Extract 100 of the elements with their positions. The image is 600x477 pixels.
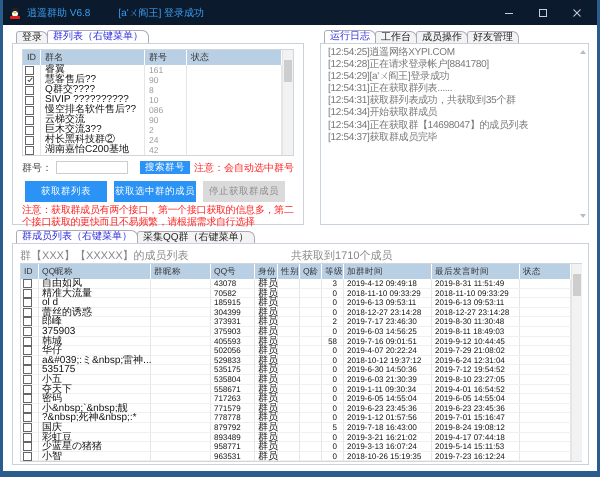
table-cell: 0 xyxy=(322,394,344,404)
checkbox[interactable] xyxy=(23,365,32,374)
log-line: [12:54:34]正在获取群【14698047】的成员列表 xyxy=(328,120,529,131)
table-cell: 2019-8-11 18:49:03 xyxy=(432,326,520,336)
table-cell: 2019-8-30 11:30:48 xyxy=(432,317,520,326)
log-line: [12:54:28]正在请求登录帐户[8841780] xyxy=(328,60,490,70)
table-cell: 2 xyxy=(145,125,187,135)
table-cell: 2019-9-12 10:44:45 xyxy=(432,336,520,346)
table-cell: 90 xyxy=(145,75,187,85)
log-line: [12:54:37]获取群成员完毕 xyxy=(328,132,438,144)
table-cell: 群员 xyxy=(255,452,278,461)
maximize-icon[interactable] xyxy=(538,8,548,18)
column-header[interactable]: 群昵称 xyxy=(151,264,211,279)
checkbox[interactable] xyxy=(25,66,34,74)
app-logo-icon xyxy=(9,6,21,18)
checkbox[interactable] xyxy=(23,346,32,356)
table-cell: 2019-6-05 14:55:04 xyxy=(344,394,432,404)
table-cell: 2019-3-21 16:21:02 xyxy=(344,432,432,442)
table-cell: 373931 xyxy=(211,317,255,326)
column-header[interactable]: QQ昵称 xyxy=(39,264,151,279)
checkbox[interactable] xyxy=(23,317,32,326)
table-cell: 群员 xyxy=(255,288,278,298)
table-cell: 2019-7-16 09:01:51 xyxy=(344,336,432,346)
table-cell: 185915 xyxy=(211,298,255,308)
column-header[interactable]: 群号 xyxy=(145,50,187,65)
table-cell: 0 xyxy=(322,432,344,442)
column-header[interactable]: 性别 xyxy=(278,264,300,279)
checkbox[interactable] xyxy=(25,96,34,104)
table-cell: 771579 xyxy=(211,404,255,413)
table-cell: 3 xyxy=(322,279,344,288)
checkbox[interactable] xyxy=(25,76,34,84)
table-cell: 58 xyxy=(322,336,344,346)
table-cell: 2019-7-01 15:16:47 xyxy=(432,413,520,422)
table-cell: 2019-6-03 21:30:39 xyxy=(344,374,432,384)
column-header[interactable]: 群名 xyxy=(41,50,145,65)
checkbox[interactable] xyxy=(23,413,32,422)
table-cell: 小智 xyxy=(39,452,151,461)
table-cell: 群员 xyxy=(255,422,278,432)
column-header[interactable]: Q龄 xyxy=(300,264,322,279)
column-header[interactable]: 等级 xyxy=(322,264,344,279)
table-cell: 70582 xyxy=(211,288,255,298)
column-header[interactable]: QQ号 xyxy=(211,264,255,279)
table-cell: 535804 xyxy=(211,374,255,384)
checkbox[interactable] xyxy=(23,442,32,452)
close-icon[interactable] xyxy=(572,8,582,18)
tab[interactable]: 成员操作 xyxy=(416,31,468,43)
table-cell: 529833 xyxy=(211,356,255,365)
table-cell: 2019-8-10 23:27:05 xyxy=(432,374,520,384)
tab[interactable]: 群列表（右键菜单） xyxy=(47,30,149,43)
group-number-field[interactable] xyxy=(56,161,128,174)
checkbox[interactable] xyxy=(25,126,34,134)
table-cell: 0 xyxy=(322,288,344,298)
table-cell: 0 xyxy=(322,442,344,452)
table-cell: 0 xyxy=(322,298,344,308)
table-cell: 2019-4-07 20:22:24 xyxy=(344,346,432,356)
table-cell: 2019-6-13 09:53:11 xyxy=(344,298,432,308)
table-cell: 0 xyxy=(322,404,344,413)
table-cell: 蕾丝的诱惑 xyxy=(39,308,151,317)
table-cell: Q群交???? xyxy=(41,85,145,95)
checkbox[interactable] xyxy=(25,136,34,144)
scrollbar[interactable] xyxy=(571,264,582,461)
table-cell: 0 xyxy=(322,346,344,356)
tab[interactable]: 好友管理 xyxy=(467,31,519,43)
checkbox[interactable] xyxy=(23,298,32,308)
table-cell: 0 xyxy=(322,374,344,384)
table-cell: 华仔 xyxy=(39,346,151,356)
table-cell: SIVIP ?????????? xyxy=(41,95,145,105)
tab[interactable]: 运行日志 xyxy=(324,30,376,43)
checkbox[interactable] xyxy=(25,106,34,114)
log-line: [12:54:29][a'ㄨ阎王]登录成功 xyxy=(328,72,450,82)
table-cell: 879792 xyxy=(211,422,255,432)
table-cell: 558671 xyxy=(211,384,255,394)
column-header[interactable]: 身份 xyxy=(255,264,278,279)
scrollbar[interactable] xyxy=(282,50,293,155)
tab[interactable]: 群成员列表（右键菜单） xyxy=(16,230,138,243)
table-cell: 2019-3-13 16:07:24 xyxy=(344,442,432,452)
table-cell: 405593 xyxy=(211,336,255,346)
column-header[interactable]: 加群时间 xyxy=(344,264,432,279)
table-cell: 韩城 xyxy=(39,336,151,346)
table-cell: 群员 xyxy=(255,317,278,326)
checkbox[interactable] xyxy=(23,279,32,288)
table-cell: 小五 xyxy=(39,374,151,384)
table-cell: 2019-8-24 19:08:12 xyxy=(432,422,520,432)
tab[interactable]: 登录 xyxy=(16,31,48,43)
checkbox[interactable] xyxy=(25,116,34,124)
column-header[interactable]: ID xyxy=(23,50,41,65)
table-cell: 0 xyxy=(322,413,344,422)
tab[interactable]: 采集QQ群（右键菜单） xyxy=(137,231,255,243)
checkbox[interactable] xyxy=(25,146,34,154)
warning-note: 注意：获取群成员有两个接口，第一个接口获取的信息多，第二个接口获取的更快而且不易频繁，请根据需求自行选择 xyxy=(22,205,294,229)
checkbox[interactable] xyxy=(25,86,34,94)
tab[interactable]: 工作台 xyxy=(375,31,417,43)
column-header[interactable]: 最后发言时间 xyxy=(432,264,520,279)
table-cell: ol d xyxy=(39,298,151,308)
table-cell: 云梯交流 xyxy=(41,115,145,125)
table-cell: 2019-4-17 07:44:18 xyxy=(432,432,520,442)
window-title: 逍遥群助 V6.8 xyxy=(27,6,90,20)
table-cell: 24 xyxy=(145,135,187,145)
checkbox[interactable] xyxy=(23,394,32,404)
table-cell: 群员 xyxy=(255,298,278,308)
